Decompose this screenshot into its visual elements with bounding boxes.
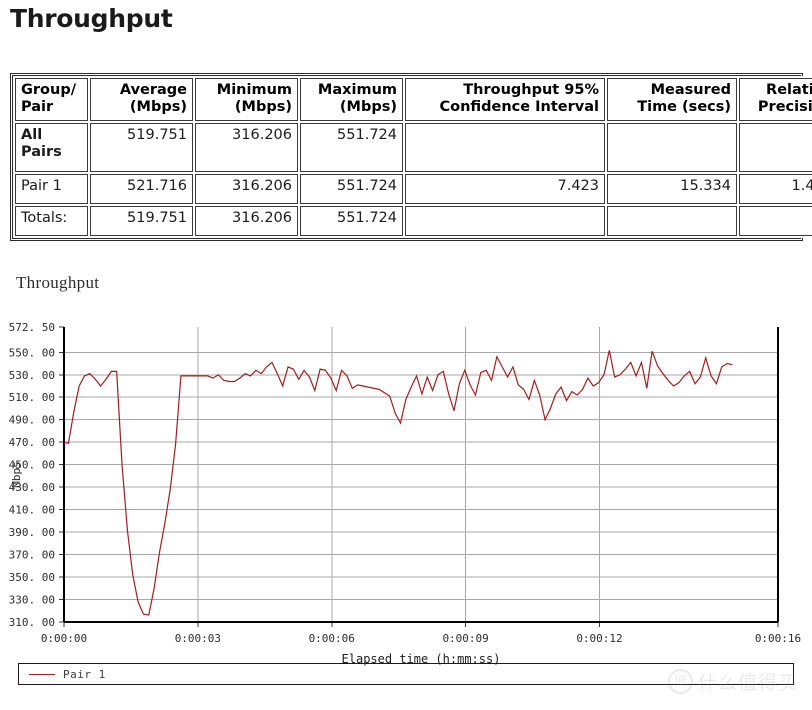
y-tick-label: 490. 00 — [9, 414, 55, 427]
cell-measured-time — [607, 206, 737, 237]
y-tick-label: 370. 00 — [9, 549, 55, 562]
row-label-all-pairs: All Pairs — [15, 123, 88, 173]
cell-confidence-interval — [405, 123, 605, 173]
cell-maximum: 551.724 — [300, 206, 403, 237]
chart-y-axis-label: Mbps — [10, 461, 23, 488]
page-title: Throughput — [10, 4, 173, 33]
cell-relative-precision — [739, 206, 812, 237]
header-line-1: Group/ — [21, 82, 77, 98]
table-row: All Pairs 519.751 316.206 551.724 — [15, 123, 812, 173]
cell-minimum: 316.206 — [195, 206, 298, 237]
column-header-average: Average (Mbps) — [90, 78, 193, 122]
cell-measured-time: 15.334 — [607, 174, 737, 205]
header-line-1: Relative — [766, 82, 812, 98]
legend-label-pair-1: Pair 1 — [63, 667, 106, 681]
chart-series — [63, 350, 733, 616]
chart-legend: Pair 1 — [18, 663, 794, 685]
header-line-1: Minimum — [216, 82, 292, 98]
row-label-line-1: All — [21, 127, 43, 144]
table-row: Pair 1 521.716 316.206 551.724 7.423 15.… — [15, 174, 812, 205]
header-line-2: Pair — [21, 99, 54, 116]
cell-relative-precision: 1.423 — [739, 174, 812, 205]
x-tick-label: 0:00:12 — [576, 632, 622, 645]
cell-average: 519.751 — [90, 123, 193, 173]
column-header-confidence-interval: Throughput 95% Confidence Interval — [405, 78, 605, 122]
header-line-1: Maximum — [317, 82, 397, 98]
cell-average: 521.716 — [90, 174, 193, 205]
table-row: Totals: 519.751 316.206 551.724 — [15, 206, 812, 237]
legend-color-swatch-pair-1 — [29, 673, 55, 675]
results-table-container: Group/ Pair Average (Mbps) Minimum (Mbps… — [10, 73, 812, 242]
series-line-pair-1 — [63, 350, 733, 616]
y-tick-label: 572. 50 — [9, 321, 55, 334]
throughput-results-table: Group/ Pair Average (Mbps) Minimum (Mbps… — [13, 76, 812, 239]
cell-average: 519.751 — [90, 206, 193, 237]
x-tick-label: 0:00:09 — [442, 632, 488, 645]
cell-maximum: 551.724 — [300, 174, 403, 205]
x-tick-label: 0:00:03 — [175, 632, 221, 645]
column-header-maximum: Maximum (Mbps) — [300, 78, 403, 122]
header-line-2: (Mbps) — [234, 99, 292, 116]
x-tick-label: 0:00:16 — [755, 632, 801, 645]
chart-gridlines — [64, 327, 778, 623]
column-header-relative-precision: Relative Precision — [739, 78, 812, 122]
cell-measured-time — [607, 123, 737, 173]
column-header-measured-time: Measured Time (secs) — [607, 78, 737, 122]
row-label-line-2: Pairs — [21, 144, 62, 161]
y-tick-label: 330. 00 — [9, 594, 55, 607]
column-header-minimum: Minimum (Mbps) — [195, 78, 298, 122]
y-tick-label: 350. 00 — [9, 571, 55, 584]
y-tick-label: 410. 00 — [9, 504, 55, 517]
y-tick-label: 470. 00 — [9, 436, 55, 449]
cell-confidence-interval — [405, 206, 605, 237]
header-line-1: Average — [119, 82, 187, 98]
y-tick-label: 390. 00 — [9, 526, 55, 539]
y-tick-label: 550. 00 — [9, 346, 55, 359]
header-line-2: Time (secs) — [637, 99, 731, 116]
x-tick-label: 0:00:06 — [309, 632, 355, 645]
cell-relative-precision — [739, 123, 812, 173]
header-line-2: (Mbps) — [129, 99, 187, 116]
row-label-totals: Totals: — [15, 206, 88, 237]
cell-minimum: 316.206 — [195, 174, 298, 205]
x-tick-label: 0:00:00 — [41, 632, 87, 645]
chart-x-axis-ticks: 0:00:00 0:00:03 0:00:06 0:00:09 0:00:12 0:00:… — [41, 632, 801, 645]
row-label-pair-1: Pair 1 — [15, 174, 88, 205]
header-line-2: Precision — [757, 99, 812, 116]
header-line-1: Throughput 95% — [463, 82, 599, 98]
table-header-row: Group/ Pair Average (Mbps) Minimum (Mbps… — [15, 78, 812, 122]
cell-minimum: 316.206 — [195, 123, 298, 173]
y-tick-label: 530. 00 — [9, 369, 55, 382]
chart-axes — [59, 326, 779, 627]
y-tick-label: 310. 00 — [9, 616, 55, 629]
header-line-2: (Mbps) — [339, 99, 397, 116]
header-line-1: Measured — [650, 82, 731, 98]
header-line-2: Confidence Interval — [439, 99, 599, 116]
cell-confidence-interval: 7.423 — [405, 174, 605, 205]
column-header-group-pair: Group/ Pair — [15, 78, 88, 122]
chart-canvas: 572. 50 550. 00 530. 00 510. 00 490. 00 470. … — [9, 321, 802, 666]
throughput-chart: Throughput 572. 50 550. 00 530. 00 510. 00 4… — [0, 268, 812, 668]
cell-maximum: 551.724 — [300, 123, 403, 173]
y-tick-label: 510. 00 — [9, 391, 55, 404]
